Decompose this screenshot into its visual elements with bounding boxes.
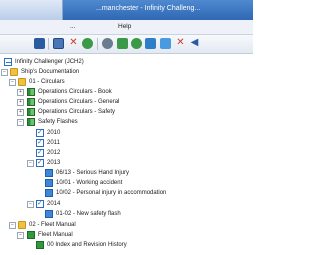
tree-node-label: 2011 bbox=[47, 140, 60, 146]
paste-icon[interactable] bbox=[145, 38, 156, 49]
collapse-toggle[interactable]: − bbox=[1, 69, 8, 76]
refresh-icon[interactable] bbox=[82, 38, 93, 49]
manual-icon bbox=[27, 118, 35, 126]
flash-document-icon bbox=[45, 189, 53, 197]
tree-node-revision-history[interactable]: 00 Index and Revision History bbox=[0, 241, 253, 251]
tree-node-label: 02 - Fleet Manual bbox=[29, 222, 76, 228]
tree-node-label: 10/01 - Working accident bbox=[56, 180, 123, 186]
expand-toggle[interactable]: + bbox=[17, 99, 24, 106]
checked-document-icon bbox=[36, 148, 44, 157]
tree-node-label: 01-02 - New safety flash bbox=[56, 211, 121, 217]
folder-icon bbox=[10, 68, 18, 76]
flash-document-icon bbox=[45, 169, 53, 177]
checked-document-icon bbox=[36, 128, 44, 137]
tree-node-label: 00 Index and Revision History bbox=[47, 242, 127, 248]
find-icon[interactable] bbox=[117, 38, 128, 49]
tree-node-label: Infinity Challenger (JCH2) bbox=[15, 59, 84, 65]
collapse-toggle[interactable]: − bbox=[17, 232, 24, 239]
flash-document-icon bbox=[45, 179, 53, 187]
tree-node-fleet-manual[interactable]: − Fleet Manual bbox=[0, 231, 253, 241]
tree-node-label: Operations Circulars - General bbox=[38, 99, 120, 105]
menu-item-edit[interactable]: ... bbox=[70, 23, 75, 30]
toolbar-separator bbox=[48, 38, 49, 50]
flash-document-icon bbox=[45, 210, 53, 218]
title-bar: ...manchester - Infinity Challeng... bbox=[0, 0, 253, 20]
tree-node-01-circulars[interactable]: − 01 - Circulars bbox=[0, 78, 253, 88]
toolbar: ✕ ✕ ◀ bbox=[0, 35, 253, 54]
tree-node-label: 01 - Circulars bbox=[29, 79, 65, 85]
manual-icon bbox=[27, 231, 35, 239]
tree-node-circulars-book[interactable]: + Operations Circulars - Book bbox=[0, 88, 253, 98]
back-icon[interactable]: ◀ bbox=[189, 38, 200, 49]
tree-node-label: 2012 bbox=[47, 150, 61, 156]
delete-icon[interactable]: ✕ bbox=[175, 38, 186, 49]
tree-node-circulars-safety[interactable]: + Operations Circulars - Safety bbox=[0, 108, 253, 118]
checked-document-icon bbox=[36, 138, 44, 147]
tree-node-ship-docs[interactable]: − Ship's Documentation bbox=[0, 68, 253, 78]
tree-node-safety-flashes[interactable]: − Safety Flashes bbox=[0, 118, 253, 128]
expand-toggle[interactable]: + bbox=[17, 109, 24, 116]
copy-icon[interactable] bbox=[131, 38, 142, 49]
tree-node-label: 2010 bbox=[47, 130, 61, 136]
manual-icon bbox=[27, 108, 35, 116]
checked-document-icon bbox=[36, 158, 44, 167]
tree-node-label: Safety Flashes bbox=[38, 119, 78, 125]
tree-node-02-fleet-manual[interactable]: − 02 - Fleet Manual bbox=[0, 221, 253, 231]
app-menu-tab[interactable] bbox=[0, 0, 63, 20]
tree-node-2014[interactable]: − 2014 bbox=[0, 199, 253, 210]
tree-node-flash-0613[interactable]: 06/13 - Serious Hand Injury bbox=[0, 169, 253, 179]
manual-icon bbox=[27, 98, 35, 106]
tree-node-flash-1001[interactable]: 10/01 - Working accident bbox=[0, 179, 253, 189]
settings-icon[interactable] bbox=[102, 38, 113, 49]
checked-document-icon bbox=[36, 199, 44, 208]
tree-node-2013[interactable]: − 2013 bbox=[0, 158, 253, 169]
tree-node-label: Operations Circulars - Book bbox=[38, 89, 112, 95]
menu-bar: ... Help bbox=[0, 20, 253, 35]
tree-node-label: 2013 bbox=[47, 160, 61, 166]
save-icon[interactable] bbox=[53, 38, 64, 49]
collapse-toggle[interactable]: − bbox=[27, 201, 34, 208]
collapse-toggle[interactable]: − bbox=[9, 222, 16, 229]
tree-node-label: Operations Circulars - Safety bbox=[38, 109, 116, 115]
tree-node-label: 10/02 - Personal injury in accommodation bbox=[56, 190, 167, 196]
folder-icon bbox=[18, 78, 26, 86]
grid-icon[interactable] bbox=[160, 38, 171, 49]
print-icon[interactable] bbox=[34, 38, 45, 49]
tree-node-flash-0102[interactable]: 01-02 - New safety flash bbox=[0, 210, 253, 220]
tree-node-label: Ship's Documentation bbox=[21, 69, 80, 75]
manual-icon bbox=[36, 241, 44, 249]
toolbar-separator bbox=[97, 38, 98, 50]
document-tree: Infinity Challenger (JCH2) − Ship's Docu… bbox=[0, 56, 253, 255]
expand-toggle[interactable]: + bbox=[17, 89, 24, 96]
collapse-toggle[interactable]: − bbox=[9, 79, 16, 86]
manual-icon bbox=[27, 88, 35, 96]
folder-icon bbox=[18, 221, 26, 229]
tree-node-circulars-general[interactable]: + Operations Circulars - General bbox=[0, 98, 253, 108]
tree-node-label: 2014 bbox=[47, 201, 61, 207]
tree-node-root[interactable]: Infinity Challenger (JCH2) bbox=[0, 58, 253, 68]
collapse-toggle[interactable]: − bbox=[27, 160, 34, 167]
close-icon[interactable]: ✕ bbox=[68, 38, 79, 49]
tree-node-flash-1002[interactable]: 10/02 - Personal injury in accommodation bbox=[0, 189, 253, 199]
window-title: ...manchester - Infinity Challeng... bbox=[96, 5, 201, 12]
tree-node-label: 06/13 - Serious Hand Injury bbox=[56, 170, 130, 176]
tree-node-label: Fleet Manual bbox=[38, 232, 73, 238]
document-icon bbox=[4, 58, 12, 66]
collapse-toggle[interactable]: − bbox=[17, 119, 24, 126]
menu-item-help[interactable]: Help bbox=[118, 23, 131, 30]
